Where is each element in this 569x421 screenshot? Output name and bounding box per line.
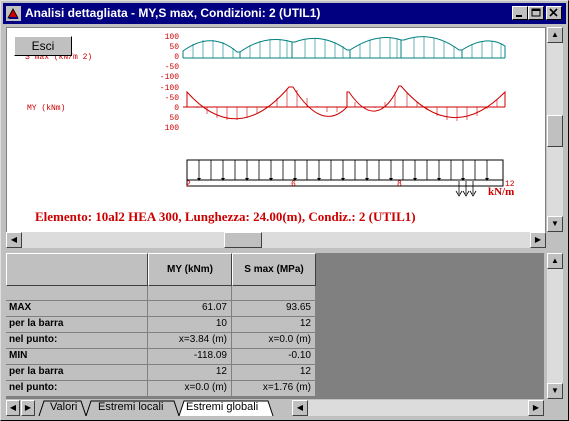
- grid-cell[interactable]: -0.10: [232, 349, 316, 365]
- diagram-canvas: S max (kN/m 2) 100 50 0 -50 -100 MY (kNm…: [25, 33, 515, 224]
- grid-horizontal-scrollbar[interactable]: ◀ ▶: [292, 400, 544, 416]
- tab-estremi-globali[interactable]: Estremi globali: [186, 400, 258, 416]
- title-bar[interactable]: Analisi dettagliata - MY,S max, Condizio…: [3, 3, 566, 24]
- grid-cell[interactable]: x=3.84 (m): [148, 333, 232, 349]
- row-label: MIN: [6, 349, 148, 365]
- grid-cell[interactable]: -118.09: [148, 349, 232, 365]
- close-button[interactable]: [546, 6, 562, 20]
- my-tick: -100: [160, 84, 179, 93]
- scroll-down-button[interactable]: ▼: [547, 383, 563, 399]
- my-tick: 50: [169, 114, 179, 123]
- column-header-smax[interactable]: S max (MPa): [232, 253, 316, 286]
- smax-tick: 100: [165, 33, 180, 42]
- row-label: per la barra: [6, 317, 148, 333]
- analysis-window: Analisi dettagliata - MY,S max, Condizio…: [0, 0, 569, 421]
- minimize-button[interactable]: [512, 6, 528, 20]
- diagram-vertical-scrollbar[interactable]: ▲ ▼: [547, 27, 563, 232]
- grid-cell[interactable]: 12: [232, 317, 316, 333]
- load-diagram: 2 6 8 12 kN/m: [186, 159, 515, 198]
- grid-cell[interactable]: [232, 286, 316, 301]
- minimize-icon: [516, 15, 522, 17]
- diagram-pane: S max (kN/m 2) 100 50 0 -50 -100 MY (kNm…: [6, 27, 546, 233]
- node-label: 6: [291, 180, 296, 189]
- scroll-right-button[interactable]: ▶: [530, 232, 546, 248]
- tab-estremi-locali[interactable]: Estremi locali: [98, 400, 163, 416]
- smax-tick: -50: [165, 63, 180, 72]
- my-axis-label: MY (kNm): [27, 104, 65, 113]
- smax-curve: [182, 36, 506, 58]
- close-icon: [549, 8, 558, 17]
- results-grid: MY (kNm) S max (MPa) MAX 61.07 93.65 per…: [6, 253, 544, 399]
- my-tick: 100: [165, 124, 180, 133]
- row-label: MAX: [6, 301, 148, 317]
- scroll-thumb[interactable]: [224, 232, 262, 248]
- grid-cell[interactable]: 12: [232, 365, 316, 381]
- scroll-left-button[interactable]: ◀: [6, 232, 22, 248]
- row-label: nel punto:: [6, 381, 148, 397]
- smax-axis: 100 50 0 -50 -100: [160, 33, 179, 82]
- smax-tick: 50: [169, 43, 179, 52]
- node-label: 2: [186, 180, 191, 189]
- sheet-tab-strip: ◀ ▶ Valori Estremi locali Estremi global…: [6, 400, 544, 417]
- my-tick: 0: [174, 104, 179, 113]
- grid-cell[interactable]: 10: [148, 317, 232, 333]
- grid-corner-header: [6, 253, 148, 286]
- scroll-right-button[interactable]: ▶: [528, 400, 544, 416]
- tab-scroll-right-button[interactable]: ▶: [21, 400, 35, 416]
- scroll-down-button[interactable]: ▼: [547, 216, 563, 232]
- app-icon: [6, 6, 21, 21]
- my-tick: -50: [165, 94, 180, 103]
- scroll-up-button[interactable]: ▲: [547, 27, 563, 43]
- grid-vertical-scrollbar[interactable]: ▲ ▼: [547, 253, 563, 399]
- scroll-up-button[interactable]: ▲: [547, 253, 563, 269]
- tab-valori[interactable]: Valori: [50, 400, 77, 416]
- grid-cell[interactable]: 93.65: [232, 301, 316, 317]
- grid-cell[interactable]: [148, 286, 232, 301]
- column-header-my[interactable]: MY (kNm): [148, 253, 232, 286]
- my-axis: -100 -50 0 50 100: [160, 84, 179, 133]
- element-info: Elemento: 10al2 HEA 300, Lunghezza: 24.0…: [35, 209, 416, 224]
- tab-scroll-left-button[interactable]: ◀: [6, 400, 20, 416]
- grid-cell[interactable]: 12: [148, 365, 232, 381]
- grid-cell[interactable]: x=0.0 (m): [232, 333, 316, 349]
- scroll-thumb[interactable]: [547, 115, 563, 147]
- grid-cell[interactable]: x=1.76 (m): [232, 381, 316, 397]
- exit-button[interactable]: Esci: [14, 36, 72, 56]
- scroll-left-button[interactable]: ◀: [292, 400, 308, 416]
- row-label: per la barra: [6, 365, 148, 381]
- smax-tick: -100: [160, 73, 179, 82]
- grid-cell[interactable]: x=0.0 (m): [148, 381, 232, 397]
- load-unit: kN/m: [488, 186, 514, 198]
- diagram-horizontal-scrollbar[interactable]: ◀ ▶: [6, 232, 546, 248]
- grid-cell[interactable]: 61.07: [148, 301, 232, 317]
- row-label: nel punto:: [6, 333, 148, 349]
- smax-tick: 0: [174, 53, 179, 62]
- window-title: Analisi dettagliata - MY,S max, Condizio…: [25, 6, 321, 20]
- maximize-icon: [531, 8, 541, 17]
- maximize-button[interactable]: [528, 6, 544, 20]
- node-label: 8: [397, 180, 402, 189]
- row-label: [6, 286, 148, 301]
